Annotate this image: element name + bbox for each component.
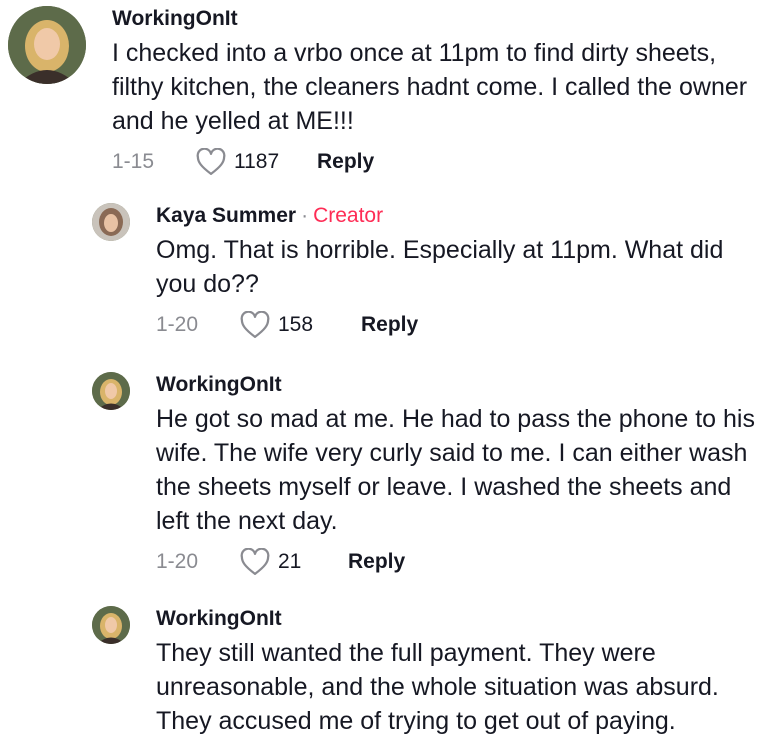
- like-count: 158: [278, 313, 314, 336]
- avatar[interactable]: [92, 203, 130, 241]
- avatar[interactable]: [92, 372, 130, 410]
- reply-button[interactable]: Reply: [317, 150, 374, 174]
- comment-text: Omg. That is horrible. Especially at 11p…: [156, 236, 724, 298]
- comment-meta: 1-15 1187 Reply: [112, 148, 752, 176]
- avatar-image: [92, 606, 130, 644]
- comment-text: They still wanted the full payment. They…: [156, 639, 719, 735]
- comment-date: 1-20: [156, 313, 199, 336]
- comment-username[interactable]: WorkingOnIt: [156, 372, 766, 398]
- heart-outline-icon: [240, 311, 270, 338]
- comment-meta: 1-20 21 Reply: [156, 548, 766, 576]
- separator: ·: [301, 204, 309, 227]
- avatar-image: [92, 203, 130, 241]
- reply-comment: WorkingOnIt They still wanted the full p…: [92, 606, 766, 738]
- avatar-image: [8, 6, 86, 84]
- comment-username[interactable]: WorkingOnIt: [112, 6, 752, 32]
- comment-username[interactable]: Kaya Summer · Creator: [156, 203, 766, 229]
- like-button[interactable]: 21: [240, 548, 348, 576]
- avatar-image: [92, 372, 130, 410]
- reply-comment: WorkingOnIt He got so mad at me. He had …: [92, 372, 766, 576]
- reply-button[interactable]: Reply: [348, 550, 405, 574]
- avatar[interactable]: [92, 606, 130, 644]
- like-button[interactable]: 1187: [196, 148, 317, 176]
- like-count: 1187: [234, 150, 280, 173]
- like-count: 21: [278, 550, 302, 573]
- heart-outline-icon: [240, 548, 270, 575]
- comment-meta: 1-20 158 Reply: [156, 311, 766, 339]
- reply-button[interactable]: Reply: [361, 313, 418, 337]
- avatar[interactable]: [8, 6, 86, 84]
- heart-outline-icon: [196, 148, 226, 175]
- comment: WorkingOnIt I checked into a vrbo once a…: [8, 6, 752, 176]
- comment-text: I checked into a vrbo once at 11pm to fi…: [112, 39, 748, 135]
- like-button[interactable]: 158: [240, 311, 361, 339]
- comment-date: 1-20: [156, 550, 199, 573]
- comment-date: 1-15: [112, 150, 155, 173]
- comment-username[interactable]: WorkingOnIt: [156, 606, 766, 632]
- reply-comment: Kaya Summer · Creator Omg. That is horribl…: [92, 203, 766, 339]
- creator-badge: Creator: [313, 204, 384, 227]
- comment-text: He got so mad at me. He had to pass the …: [156, 405, 755, 535]
